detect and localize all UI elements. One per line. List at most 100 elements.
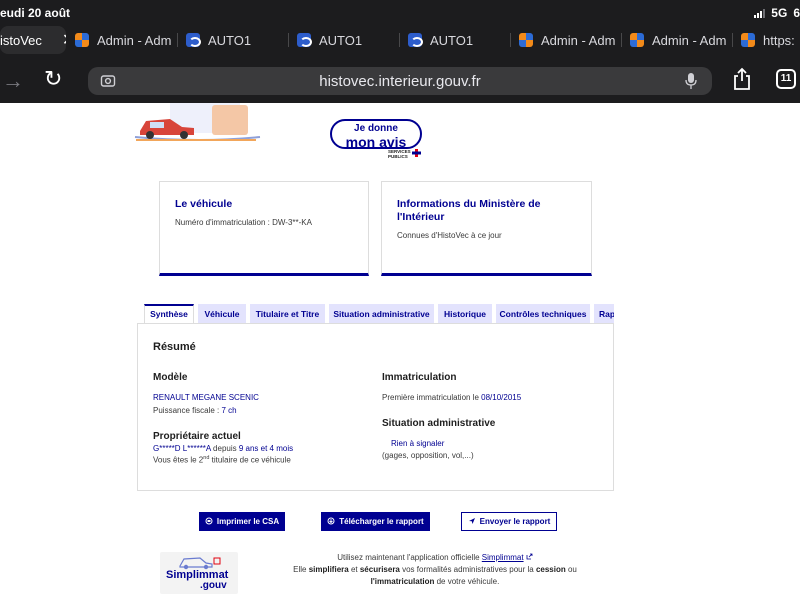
- browser-tab-label: AUTO1: [319, 32, 363, 48]
- vehicle-card: Le véhicule Numéro d'immatriculation : D…: [159, 181, 369, 276]
- registration-heading: Immatriculation: [382, 372, 457, 383]
- admin-status-value: Rien à signaler: [391, 439, 445, 448]
- auto1-icon: [408, 33, 423, 47]
- signal-icon: [754, 8, 766, 18]
- tab-controles[interactable]: Contrôles techniques: [496, 304, 590, 324]
- status-date: eudi 20 août: [0, 6, 71, 20]
- tab-vehicule[interactable]: Véhicule: [198, 304, 246, 324]
- tab-rapport[interactable]: Rap: [594, 304, 614, 324]
- browser-toolbar: → ↻ histovec.interieur.gouv.fr 11: [0, 56, 800, 103]
- ministry-info-card: Informations du Ministère de l'Intérieur…: [381, 181, 592, 276]
- tab-separator: [288, 33, 289, 47]
- admin-icon: [75, 33, 89, 47]
- first-registration-date: 08/10/2015: [481, 393, 522, 402]
- browser-tab-admin[interactable]: Admin - Adm: [75, 26, 171, 54]
- services-publics-logo: SERVICES PUBLICS: [388, 149, 411, 159]
- external-link-icon: [526, 553, 533, 560]
- auto1-icon: [297, 33, 312, 47]
- browser-tab-label: Admin - Adm: [652, 32, 726, 48]
- browser-tab-https[interactable]: https:: [741, 26, 800, 54]
- url-text: histovec.interieur.gouv.fr: [319, 73, 481, 90]
- browser-tab-label: Admin - Adm: [97, 32, 171, 48]
- browser-tab-admin[interactable]: Admin - Adm: [630, 26, 726, 54]
- microphone-icon[interactable]: [684, 72, 698, 90]
- browser-tab-admin[interactable]: Admin - Adm: [519, 26, 615, 54]
- simplimmat-logo-text: Simplimmat: [166, 569, 229, 581]
- simplimmat-promo: Utilisez maintenant l'application offici…: [270, 552, 600, 588]
- card-title: Informations du Ministère de l'Intérieur: [397, 198, 541, 223]
- tab-separator: [399, 33, 400, 47]
- browser-tab-label: AUTO1: [208, 32, 252, 48]
- browser-tab-label: istoVec: [0, 32, 42, 48]
- browser-chrome: eudi 20 août 5G 6 istoVec ✕ Admin - Adm …: [0, 0, 800, 103]
- browser-tab-label: https:: [763, 32, 795, 48]
- tab-separator: [510, 33, 511, 47]
- card-description: Numéro d'immatriculation : DW-3**-KA: [175, 218, 312, 227]
- print-icon: [205, 517, 213, 525]
- feedback-line1: Je donne: [354, 123, 398, 134]
- first-registration: Première immatriculation le 08/10/2015: [382, 393, 522, 402]
- model-name: RENAULT MEGANE SCENIC: [153, 393, 259, 402]
- tab-strip: istoVec ✕ Admin - Adm AUTO1 AUTO1 AUTO1 …: [0, 24, 800, 56]
- page-content: Je donne mon avis SERVICES PUBLICS Le vé…: [0, 103, 800, 600]
- simplimmat-logo[interactable]: Simplimmat .gouv: [160, 552, 238, 594]
- summary-title: Résumé: [153, 341, 196, 353]
- print-csa-button[interactable]: Imprimer le CSA: [199, 512, 285, 531]
- reload-icon[interactable]: ↻: [44, 66, 62, 92]
- browser-tab-auto1[interactable]: AUTO1: [186, 26, 282, 54]
- battery-label: 6: [793, 6, 800, 20]
- promo-line-2: Elle simplifiera et sécurisera vos forma…: [293, 565, 577, 574]
- owner-rank: Vous êtes le 2nd titulaire de ce véhicul…: [153, 455, 291, 465]
- model-heading: Modèle: [153, 372, 188, 383]
- tab-separator: [177, 33, 178, 47]
- tab-historique[interactable]: Historique: [438, 304, 492, 324]
- fiscal-power-value: 7 ch: [221, 406, 237, 415]
- summary-panel: Résumé Modèle RENAULT MEGANE SCENIC Puis…: [137, 323, 614, 491]
- browser-tab-histovec[interactable]: istoVec ✕: [0, 26, 66, 54]
- admin-status-detail: (gages, opposition, vol,...): [382, 451, 474, 460]
- browser-tab-auto1[interactable]: AUTO1: [297, 26, 393, 54]
- network-label: 5G: [771, 6, 788, 20]
- card-description: Connues d'HistoVec à ce jour: [397, 231, 502, 240]
- car-icon: [179, 557, 221, 570]
- admin-icon: [630, 33, 644, 47]
- forward-arrow-icon[interactable]: →: [2, 68, 24, 94]
- browser-tab-auto1[interactable]: AUTO1: [408, 26, 504, 54]
- status-bar: eudi 20 août 5G 6: [0, 0, 800, 24]
- auto1-icon: [186, 33, 201, 47]
- tab-synthese[interactable]: Synthèse: [144, 304, 194, 324]
- admin-icon: [741, 33, 755, 47]
- tab-count-button[interactable]: 11: [776, 69, 796, 89]
- owner-name: G*****D L******A: [153, 444, 211, 453]
- browser-tab-label: AUTO1: [430, 32, 474, 48]
- address-bar[interactable]: histovec.interieur.gouv.fr: [88, 67, 712, 95]
- tab-titulaire[interactable]: Titulaire et Titre: [250, 304, 325, 324]
- tab-separator: [732, 33, 733, 47]
- send-icon: [468, 518, 475, 524]
- download-report-button[interactable]: Télécharger le rapport: [321, 512, 430, 531]
- owner-duration: 9 ans et 4 mois: [238, 444, 294, 453]
- car-illustration: [134, 103, 261, 141]
- owner-line: G*****D L******A depuis 9 ans et 4 mois: [153, 444, 294, 453]
- card-title: Le véhicule: [175, 198, 233, 210]
- promo-line-1: Utilisez maintenant l'application offici…: [270, 552, 600, 564]
- share-icon[interactable]: [732, 67, 752, 91]
- feedback-line2: mon avis: [345, 134, 407, 150]
- admin-icon: [519, 33, 533, 47]
- admin-status-heading: Situation administrative: [382, 418, 496, 429]
- send-report-button[interactable]: Envoyer le rapport: [461, 512, 557, 531]
- browser-tab-label: Admin - Adm: [541, 32, 615, 48]
- download-icon: [327, 517, 335, 525]
- tab-situation[interactable]: Situation administrative: [329, 304, 434, 324]
- close-tab-icon[interactable]: ✕: [62, 30, 66, 50]
- status-indicators: 5G 6: [754, 6, 800, 20]
- tab-separator: [621, 33, 622, 47]
- services-publics-plus-icon: [412, 149, 421, 157]
- owner-heading: Propriétaire actuel: [153, 431, 241, 442]
- fiscal-power: Puissance fiscale : 7 ch: [153, 406, 237, 415]
- feedback-button[interactable]: Je donne mon avis: [330, 119, 422, 149]
- simplimmat-logo-sub: .gouv: [200, 580, 227, 591]
- simplimmat-link[interactable]: Simplimmat: [482, 553, 524, 562]
- report-tabs: Synthèse Véhicule Titulaire et Titre Sit…: [144, 304, 614, 324]
- promo-line-3: l'immatriculation de votre véhicule.: [370, 577, 500, 586]
